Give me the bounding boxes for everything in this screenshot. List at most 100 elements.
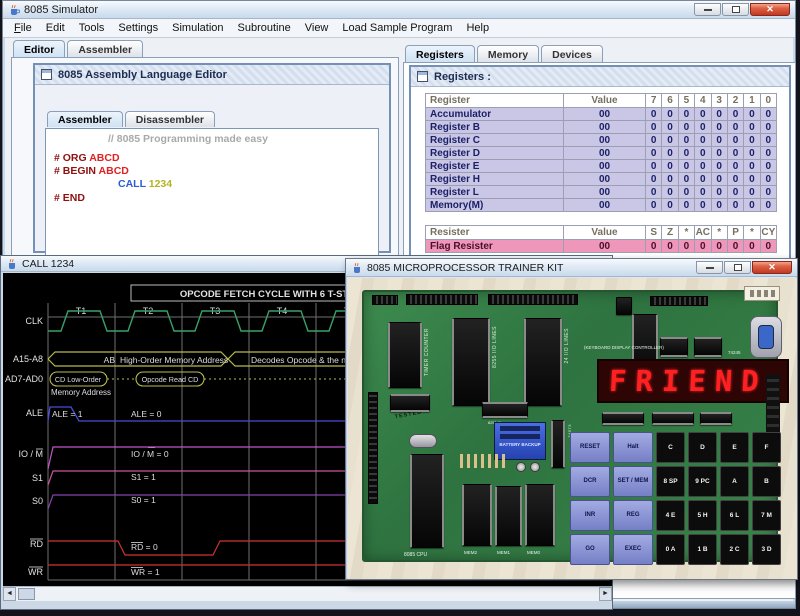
assembly-editor-frame-title[interactable]: 8085 Assembly Language Editor — [35, 65, 389, 85]
column-header: 5 — [678, 94, 694, 108]
editor-tab-bar: Editor Assembler — [13, 40, 143, 57]
menu-file[interactable]: File — [7, 20, 39, 36]
table-cell: 0 — [727, 134, 743, 147]
maximize-button[interactable] — [722, 3, 749, 16]
keypad-key[interactable]: 4 E — [656, 500, 685, 531]
label-a15-a8: A15-A8 — [13, 354, 43, 364]
table-cell: 00 — [564, 186, 646, 199]
table-cell: 00 — [564, 121, 646, 134]
capacitor — [516, 462, 526, 472]
minimize-button[interactable] — [694, 3, 721, 16]
tab-registers[interactable]: Registers — [405, 45, 475, 62]
table-cell: 0 — [662, 121, 678, 134]
keypad-key[interactable]: 2 C — [720, 534, 749, 565]
column-header: Z — [662, 226, 678, 240]
code-editor[interactable]: // 8085 Programming made easy # ORG ABCD… — [45, 128, 379, 265]
table-cell: Register D — [426, 147, 564, 160]
table-cell: 0 — [727, 240, 743, 253]
table-cell: 0 — [662, 240, 678, 253]
scroll-left-arrow[interactable]: ◄ — [3, 587, 16, 601]
table-cell: 00 — [564, 134, 646, 147]
close-button[interactable]: ✕ — [752, 261, 792, 274]
keypad-key[interactable]: 8 SP — [656, 466, 685, 497]
waveform-annotations: AB High-Order Memory Address Decodes Opc… — [51, 355, 372, 577]
code-line-call: CALL 1234 — [118, 178, 172, 190]
table-cell: 0 — [760, 186, 776, 199]
keypad-key[interactable]: REG — [613, 500, 653, 531]
ic-chip — [452, 318, 490, 406]
kit-titlebar[interactable]: 8085 MICROPROCESSOR TRAINER KIT ✕ — [346, 259, 797, 277]
keypad-key[interactable]: 6 L — [720, 500, 749, 531]
menu-tools[interactable]: Tools — [72, 20, 112, 36]
tab-assembler[interactable]: Assembler — [67, 40, 143, 57]
menu-help[interactable]: Help — [459, 20, 496, 36]
register-table: RegisterValue76543210Accumulator00000000… — [425, 93, 777, 212]
table-cell: 0 — [760, 121, 776, 134]
menu-load-sample-program[interactable]: Load Sample Program — [335, 20, 459, 36]
registers-frame-title[interactable]: Registers : — [411, 67, 789, 87]
menu-settings[interactable]: Settings — [111, 20, 165, 36]
menu-edit[interactable]: Edit — [39, 20, 72, 36]
keypad-key[interactable]: Halt — [613, 432, 653, 463]
column-header: 6 — [662, 94, 678, 108]
keypad-key[interactable]: EXEC — [613, 534, 653, 565]
table-cell: 0 — [711, 108, 727, 121]
ale0-text: ALE = 0 — [131, 409, 162, 419]
keypad: RESET Halt C D E F DCR SET / MEM 8 SP 9 … — [570, 432, 781, 565]
keypad-key[interactable]: SET / MEM — [613, 466, 653, 497]
internal-frame-icon[interactable] — [417, 71, 428, 82]
tab-assembler-inner[interactable]: Assembler — [47, 111, 123, 127]
keypad-key[interactable]: 3 D — [752, 534, 781, 565]
maximize-button[interactable] — [724, 261, 751, 274]
close-button[interactable]: ✕ — [750, 3, 790, 16]
keypad-key[interactable]: 9 PC — [688, 466, 717, 497]
table-cell: 0 — [760, 147, 776, 160]
menu-view[interactable]: View — [298, 20, 336, 36]
minimize-button[interactable] — [696, 261, 723, 274]
column-header: Resister — [426, 226, 564, 240]
keypad-key[interactable]: 0 A — [656, 534, 685, 565]
table-cell: 0 — [646, 134, 662, 147]
keypad-key[interactable]: 1 B — [688, 534, 717, 565]
table-cell: 0 — [662, 173, 678, 186]
pin-header — [406, 294, 478, 305]
menu-subroutine[interactable]: Subroutine — [231, 20, 298, 36]
column-header: 7 — [646, 94, 662, 108]
keypad-key[interactable]: C — [656, 432, 685, 463]
keypad-key[interactable]: E — [720, 432, 749, 463]
column-header: * — [744, 226, 760, 240]
memory-chip — [495, 486, 522, 546]
main-window-title: 8085 Simulator — [24, 4, 98, 16]
table-cell: Memory(M) — [426, 199, 564, 212]
keypad-key[interactable]: INR — [570, 500, 610, 531]
keypad-key[interactable]: B — [752, 466, 781, 497]
ale1-text: ALE = 1 — [52, 409, 83, 419]
scroll-right-arrow[interactable]: ► — [599, 587, 612, 601]
keypad-key[interactable]: GO — [570, 534, 610, 565]
ic-chip — [694, 337, 722, 357]
keypad-key[interactable]: F — [752, 432, 781, 463]
tab-editor[interactable]: Editor — [13, 40, 65, 57]
keypad-key[interactable]: DCR — [570, 466, 610, 497]
tab-devices[interactable]: Devices — [541, 45, 603, 62]
table-cell: 0 — [662, 108, 678, 121]
column-header: P — [727, 226, 743, 240]
ic-chip-8251 — [482, 402, 528, 418]
table-cell: 0 — [711, 121, 727, 134]
table-cell: 0 — [711, 173, 727, 186]
menu-simulation[interactable]: Simulation — [165, 20, 230, 36]
table-cell: 0 — [760, 173, 776, 186]
main-titlebar[interactable]: 8085 Simulator ✕ — [3, 1, 795, 19]
keypad-key[interactable]: A — [720, 466, 749, 497]
keypad-key[interactable]: RESET — [570, 432, 610, 463]
tab-memory[interactable]: Memory — [477, 45, 539, 62]
keypad-key[interactable]: D — [688, 432, 717, 463]
horizontal-scrollbar[interactable]: ◄ ► — [3, 586, 612, 601]
tab-disassembler[interactable]: Disassembler — [125, 111, 215, 127]
scrollbar-thumb[interactable] — [18, 588, 35, 600]
keypad-key[interactable]: 7 M — [752, 500, 781, 531]
registers-title-text: Registers : — [434, 71, 491, 83]
column-header: Register — [426, 94, 564, 108]
internal-frame-icon[interactable] — [41, 69, 52, 80]
keypad-key[interactable]: 5 H — [688, 500, 717, 531]
